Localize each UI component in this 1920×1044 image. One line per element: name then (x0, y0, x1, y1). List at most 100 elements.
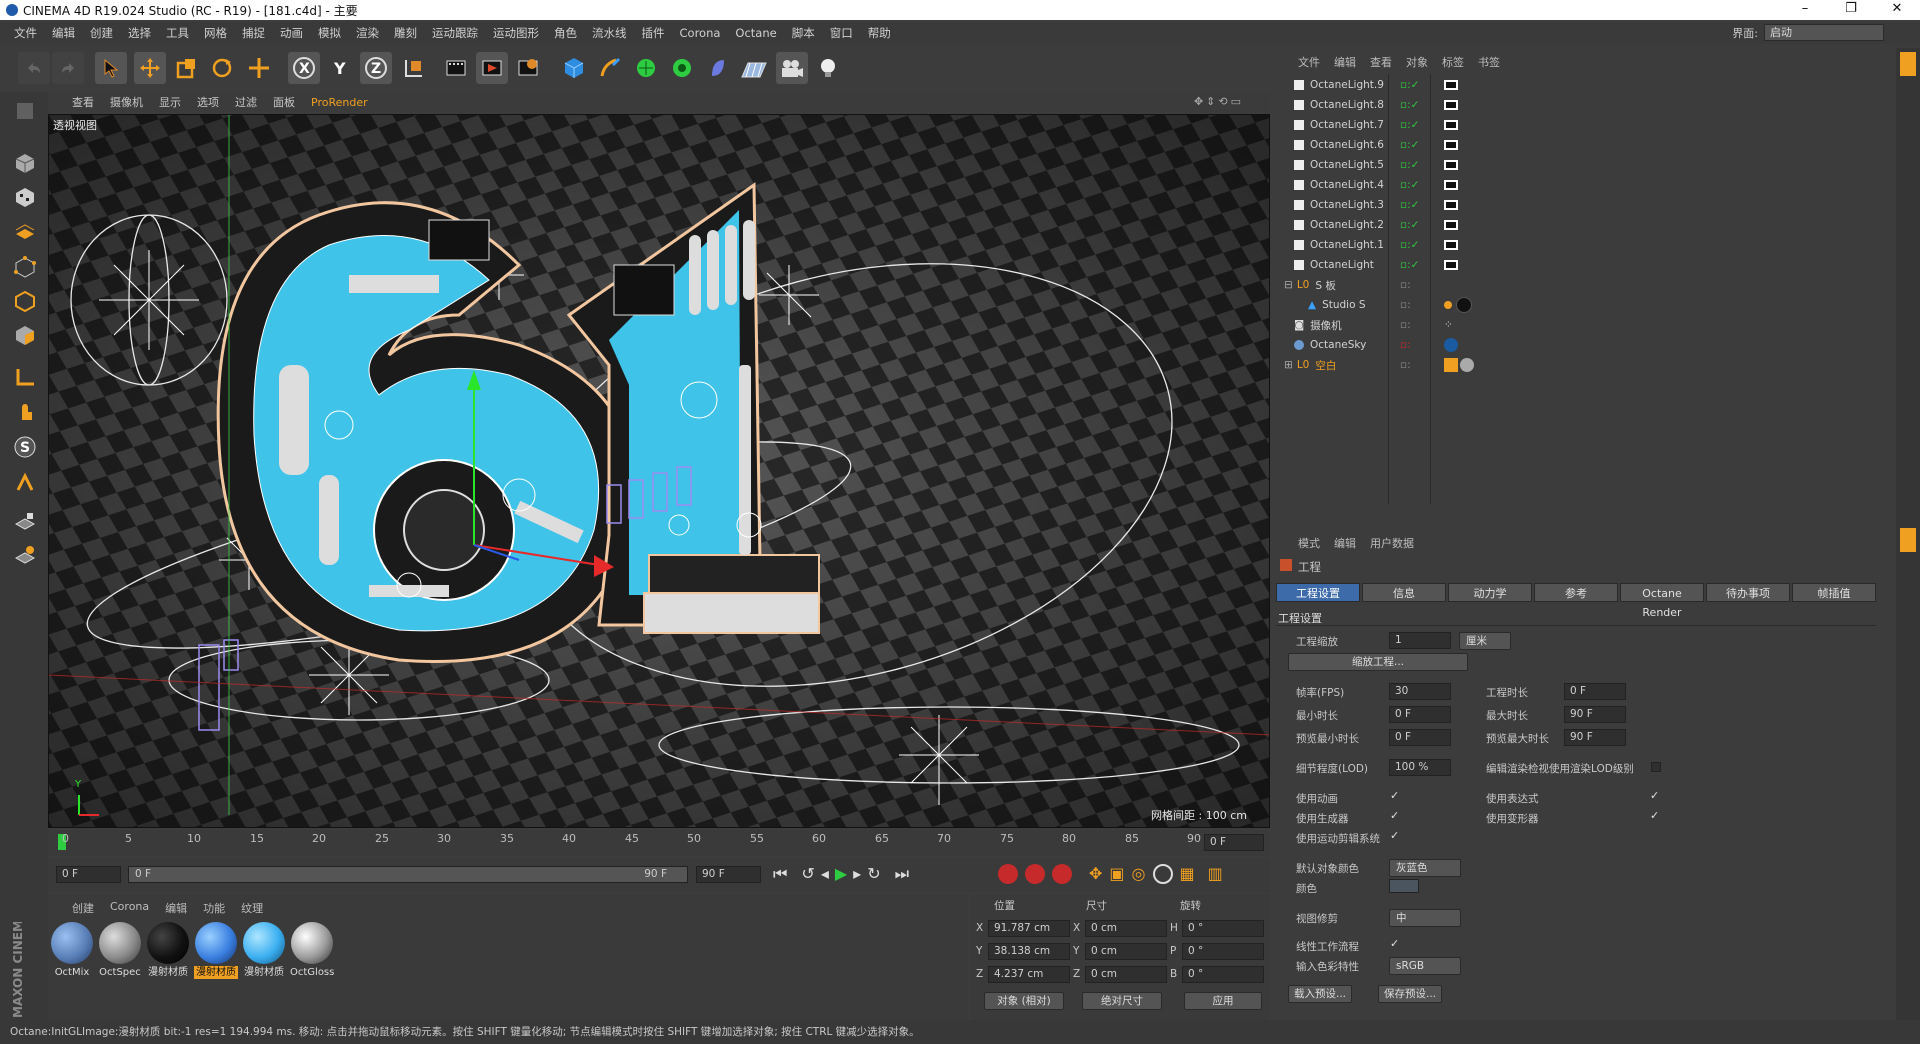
x-axis-lock-icon[interactable]: X (288, 52, 320, 84)
vp-menu-camera[interactable]: 摄像机 (110, 94, 143, 110)
scale-unit-dropdown[interactable]: 厘米 (1459, 632, 1511, 650)
menu-help[interactable]: 帮助 (868, 25, 891, 41)
make-editable-icon[interactable] (9, 96, 41, 126)
visibility-dots-icon[interactable]: ▫: (1400, 359, 1411, 371)
menu-create[interactable]: 创建 (90, 25, 113, 41)
menu-snap[interactable]: 捕捉 (242, 25, 265, 41)
view-clipping-dropdown[interactable]: 中 (1389, 909, 1461, 927)
light-object-icon[interactable] (812, 52, 844, 84)
visibility-dots-icon[interactable]: ▫: (1400, 279, 1411, 291)
material-tag-icon[interactable] (1460, 358, 1474, 372)
scale-project-button[interactable]: 缩放工程... (1288, 653, 1468, 671)
material-swatch[interactable]: 漫射材质 (242, 922, 286, 979)
edges-mode-icon[interactable] (9, 286, 41, 316)
fps-field[interactable]: 30 (1389, 683, 1451, 700)
visibility-check-icon[interactable]: ▫:✓ (1400, 139, 1419, 151)
expand-icon[interactable]: ⊞ (1284, 359, 1293, 371)
octane-light-tag-icon[interactable] (1444, 160, 1458, 170)
octane-light-tag-icon[interactable] (1444, 120, 1458, 130)
cube-object-icon[interactable] (558, 52, 590, 84)
rotation-b-field[interactable]: 0 ° (1182, 966, 1264, 983)
material-swatch[interactable]: 漫射材质 (146, 922, 190, 979)
menu-script[interactable]: 脚本 (792, 25, 815, 41)
floor-environment-icon[interactable] (738, 52, 770, 84)
object-row[interactable]: ◙ 摄像机 ▫: ⁘ (1284, 316, 1724, 334)
menu-character[interactable]: 角色 (554, 25, 577, 41)
lod-field[interactable]: 100 % (1389, 759, 1451, 776)
visibility-check-icon[interactable]: ▫:✓ (1400, 119, 1419, 131)
position-y-field[interactable]: 38.138 cm (988, 943, 1070, 960)
octane-light-tag-icon[interactable] (1444, 260, 1458, 270)
cloner-icon[interactable] (666, 52, 698, 84)
current-frame-field[interactable]: 0 F (1204, 834, 1264, 851)
object-row[interactable]: OctaneLight.5 ▫:✓ (1284, 156, 1724, 174)
object-row[interactable]: OctaneLight.7 ▫:✓ (1284, 116, 1724, 134)
object-row[interactable]: OctaneLight.1 ▫:✓ (1284, 236, 1724, 254)
end-frame-field[interactable]: 90 F (696, 866, 761, 883)
octane-light-tag-icon[interactable] (1444, 180, 1458, 190)
min-time-field[interactable]: 0 F (1389, 706, 1451, 723)
tab-dynamics[interactable]: 动力学 (1448, 583, 1532, 602)
obj-menu-object[interactable]: 对象 (1406, 54, 1428, 70)
menu-mesh[interactable]: 网格 (204, 25, 227, 41)
tab-project-settings[interactable]: 工程设置 (1276, 583, 1360, 602)
move-tool-icon[interactable] (134, 52, 166, 84)
octane-light-tag-icon[interactable] (1444, 220, 1458, 230)
object-row[interactable]: ⊟ L0 S 板 ▫: (1284, 276, 1724, 294)
next-frame-icon[interactable]: ▸ (853, 864, 861, 884)
key-pla-icon[interactable]: ▦ (1180, 864, 1195, 884)
material-swatch[interactable]: OctSpec (98, 922, 142, 979)
model-mode-icon[interactable] (9, 148, 41, 178)
minimize-button[interactable]: – (1782, 0, 1828, 20)
menu-animate[interactable]: 动画 (280, 25, 303, 41)
next-key-icon[interactable]: ↻ (867, 864, 880, 884)
go-to-end-icon[interactable]: ⏭ (895, 864, 909, 884)
snapping-icon[interactable]: S (9, 432, 41, 462)
phong-tag-icon[interactable] (1444, 301, 1452, 309)
max-time-field[interactable]: 90 F (1564, 706, 1626, 723)
objects-side-tab[interactable] (1900, 52, 1916, 76)
workplane-mode-icon[interactable] (9, 216, 41, 246)
key-scale-icon[interactable]: ▣ (1109, 864, 1124, 884)
octane-light-tag-icon[interactable] (1444, 100, 1458, 110)
visibility-check-icon[interactable]: ▫:✓ (1400, 219, 1419, 231)
mat-menu-texture[interactable]: 纹理 (241, 900, 263, 916)
menu-edit[interactable]: 编辑 (52, 25, 75, 41)
deformer-icon[interactable] (702, 52, 734, 84)
texture-mode-icon[interactable] (9, 182, 41, 212)
go-to-start-icon[interactable]: ⏮ (773, 864, 787, 884)
menu-simulate[interactable]: 模拟 (318, 25, 341, 41)
record-key-icon[interactable] (998, 864, 1018, 884)
menu-mograph[interactable]: 运动图形 (493, 25, 539, 41)
perspective-viewport[interactable]: Y 透视视图 网格间距 : 100 cm (48, 114, 1270, 828)
camera-object-icon[interactable] (776, 52, 808, 84)
vp-menu-options[interactable]: 选项 (197, 94, 219, 110)
mat-menu-corona[interactable]: Corona (110, 900, 149, 916)
prev-frame-icon[interactable]: ◂ (821, 864, 829, 884)
object-row[interactable]: OctaneLight.3 ▫:✓ (1284, 196, 1724, 214)
y-axis-lock-icon[interactable]: Y (324, 52, 356, 84)
key-rotation-icon[interactable]: ◎ (1132, 864, 1146, 884)
size-z-field[interactable]: 0 cm (1085, 966, 1167, 983)
object-row[interactable]: OctaneLight ▫:✓ (1284, 256, 1724, 274)
play-icon[interactable]: ▶ (835, 864, 847, 884)
object-row[interactable]: OctaneLight.6 ▫:✓ (1284, 136, 1724, 154)
visibility-check-icon[interactable]: ▫:✓ (1400, 239, 1419, 251)
z-axis-lock-icon[interactable]: Z (360, 52, 392, 84)
subdivision-surface-icon[interactable] (630, 52, 662, 84)
attr-menu-mode[interactable]: 模式 (1298, 535, 1320, 551)
vp-menu-filter[interactable]: 过滤 (235, 94, 257, 110)
render-to-picture-viewer-icon[interactable] (476, 52, 508, 84)
key-param-icon[interactable] (1152, 864, 1173, 884)
axis-mode-icon[interactable] (9, 362, 41, 392)
points-mode-icon[interactable] (9, 252, 41, 282)
obj-menu-view[interactable]: 查看 (1370, 54, 1392, 70)
object-row[interactable]: OctaneLight.9 ▫:✓ (1284, 76, 1724, 94)
menu-file[interactable]: 文件 (14, 25, 37, 41)
input-color-profile-dropdown[interactable]: sRGB (1389, 957, 1461, 975)
redo-icon[interactable] (52, 52, 84, 84)
load-preset-button[interactable]: 载入预设... (1288, 985, 1352, 1003)
preview-max-field[interactable]: 90 F (1564, 729, 1626, 746)
rotate-tool-icon[interactable] (206, 52, 238, 84)
restore-button[interactable]: ❐ (1828, 0, 1874, 20)
